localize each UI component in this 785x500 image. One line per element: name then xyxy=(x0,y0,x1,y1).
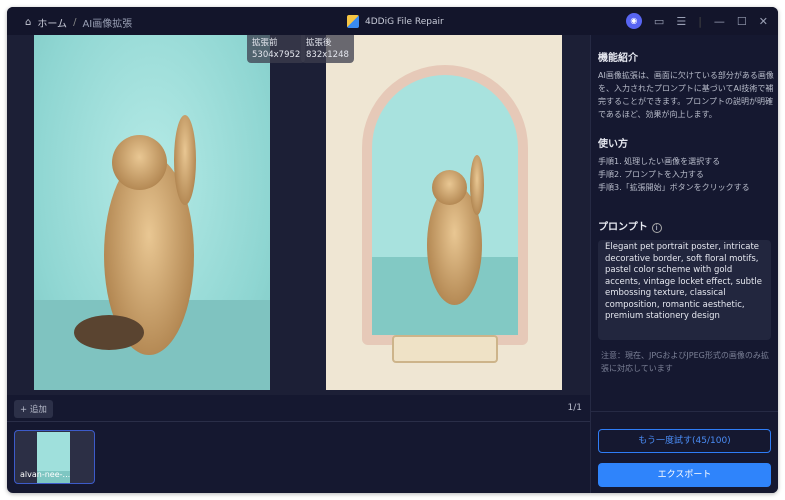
before-size-badge: 拡張前 5304x7952 xyxy=(247,35,306,63)
thumbnail-name: alvan-nee-... xyxy=(20,470,71,479)
after-label: 拡張後 xyxy=(306,38,332,48)
format-note: 注意：現在、JPGおよびJPEG形式の画像のみ拡張に対応しています xyxy=(601,351,769,373)
prompt-title: プロンプト i xyxy=(598,218,662,233)
maximize-icon[interactable]: ☐ xyxy=(737,15,747,28)
close-icon[interactable]: ✕ xyxy=(759,15,768,28)
original-image xyxy=(34,35,270,390)
steps-list: 手順1. 処理したい画像を選択する 手順2. プロンプトを入力する 手順3.「拡… xyxy=(598,155,774,194)
menu-icon[interactable]: ☰ xyxy=(676,15,686,28)
step-item: 手順3.「拡張開始」ボタンをクリックする xyxy=(598,183,750,192)
thumbnail-item[interactable]: alvan-nee-... xyxy=(14,430,95,484)
title-bar: ⌂ ホーム / AI画像拡張 4DDiG File Repair ◉ ▭ ☰ |… xyxy=(7,7,778,35)
breadcrumb-separator: / xyxy=(73,17,77,28)
after-size: 832x1248 xyxy=(306,50,349,60)
breadcrumb-current: AI画像拡張 xyxy=(82,19,133,30)
app-logo-icon xyxy=(347,15,359,28)
step-item: 手順2. プロンプトを入力する xyxy=(598,170,704,179)
breadcrumb-home[interactable]: ホーム xyxy=(37,15,67,30)
divider xyxy=(591,411,778,412)
howto-title: 使い方 xyxy=(598,139,628,150)
minimize-icon[interactable]: — xyxy=(714,15,725,28)
export-button[interactable]: エクスポート xyxy=(598,463,771,487)
feedback-icon[interactable]: ▭ xyxy=(654,15,664,28)
side-panel: 機能紹介 AI画像拡張は、画面に欠けている部分がある画像を、入力されたプロンプト… xyxy=(590,35,778,493)
home-icon[interactable]: ⌂ xyxy=(25,17,31,28)
breadcrumb: ⌂ ホーム / AI画像拡張 xyxy=(25,15,132,30)
preview-area: 拡張前 5304x7952 拡張後 832x1248 xyxy=(7,35,590,395)
info-icon[interactable]: i xyxy=(651,223,662,233)
retry-button[interactable]: もう一度試す(45/100) xyxy=(598,429,771,453)
step-item: 手順1. 処理したい画像を選択する xyxy=(598,157,721,166)
before-label: 拡張前 xyxy=(252,38,278,48)
add-button[interactable]: + 追加 xyxy=(14,400,53,418)
app-title-text: 4DDiG File Repair xyxy=(365,16,444,27)
discord-icon[interactable]: ◉ xyxy=(625,13,642,29)
prompt-input[interactable]: Elegant pet portrait poster, intricate d… xyxy=(598,240,771,340)
page-counter: 1/1 xyxy=(567,403,582,413)
divider: | xyxy=(698,14,702,28)
app-title: 4DDiG File Repair xyxy=(347,15,444,28)
image-toolbar: + 追加 1/1 xyxy=(7,395,590,422)
plus-icon: + xyxy=(20,405,30,415)
prompt-title-text: プロンプト xyxy=(598,222,648,233)
add-label: 追加 xyxy=(29,405,47,415)
app-window: ⌂ ホーム / AI画像拡張 4DDiG File Repair ◉ ▭ ☰ |… xyxy=(7,7,778,493)
before-size: 5304x7952 xyxy=(252,50,301,60)
intro-text: AI画像拡張は、画面に欠けている部分がある画像を、入力されたプロンプトに基づいて… xyxy=(598,71,774,119)
window-controls: ◉ ▭ ☰ | — ☐ ✕ xyxy=(625,13,768,29)
intro-title: 機能紹介 xyxy=(598,53,638,64)
after-size-badge: 拡張後 832x1248 xyxy=(301,35,354,63)
expanded-image xyxy=(326,35,562,390)
